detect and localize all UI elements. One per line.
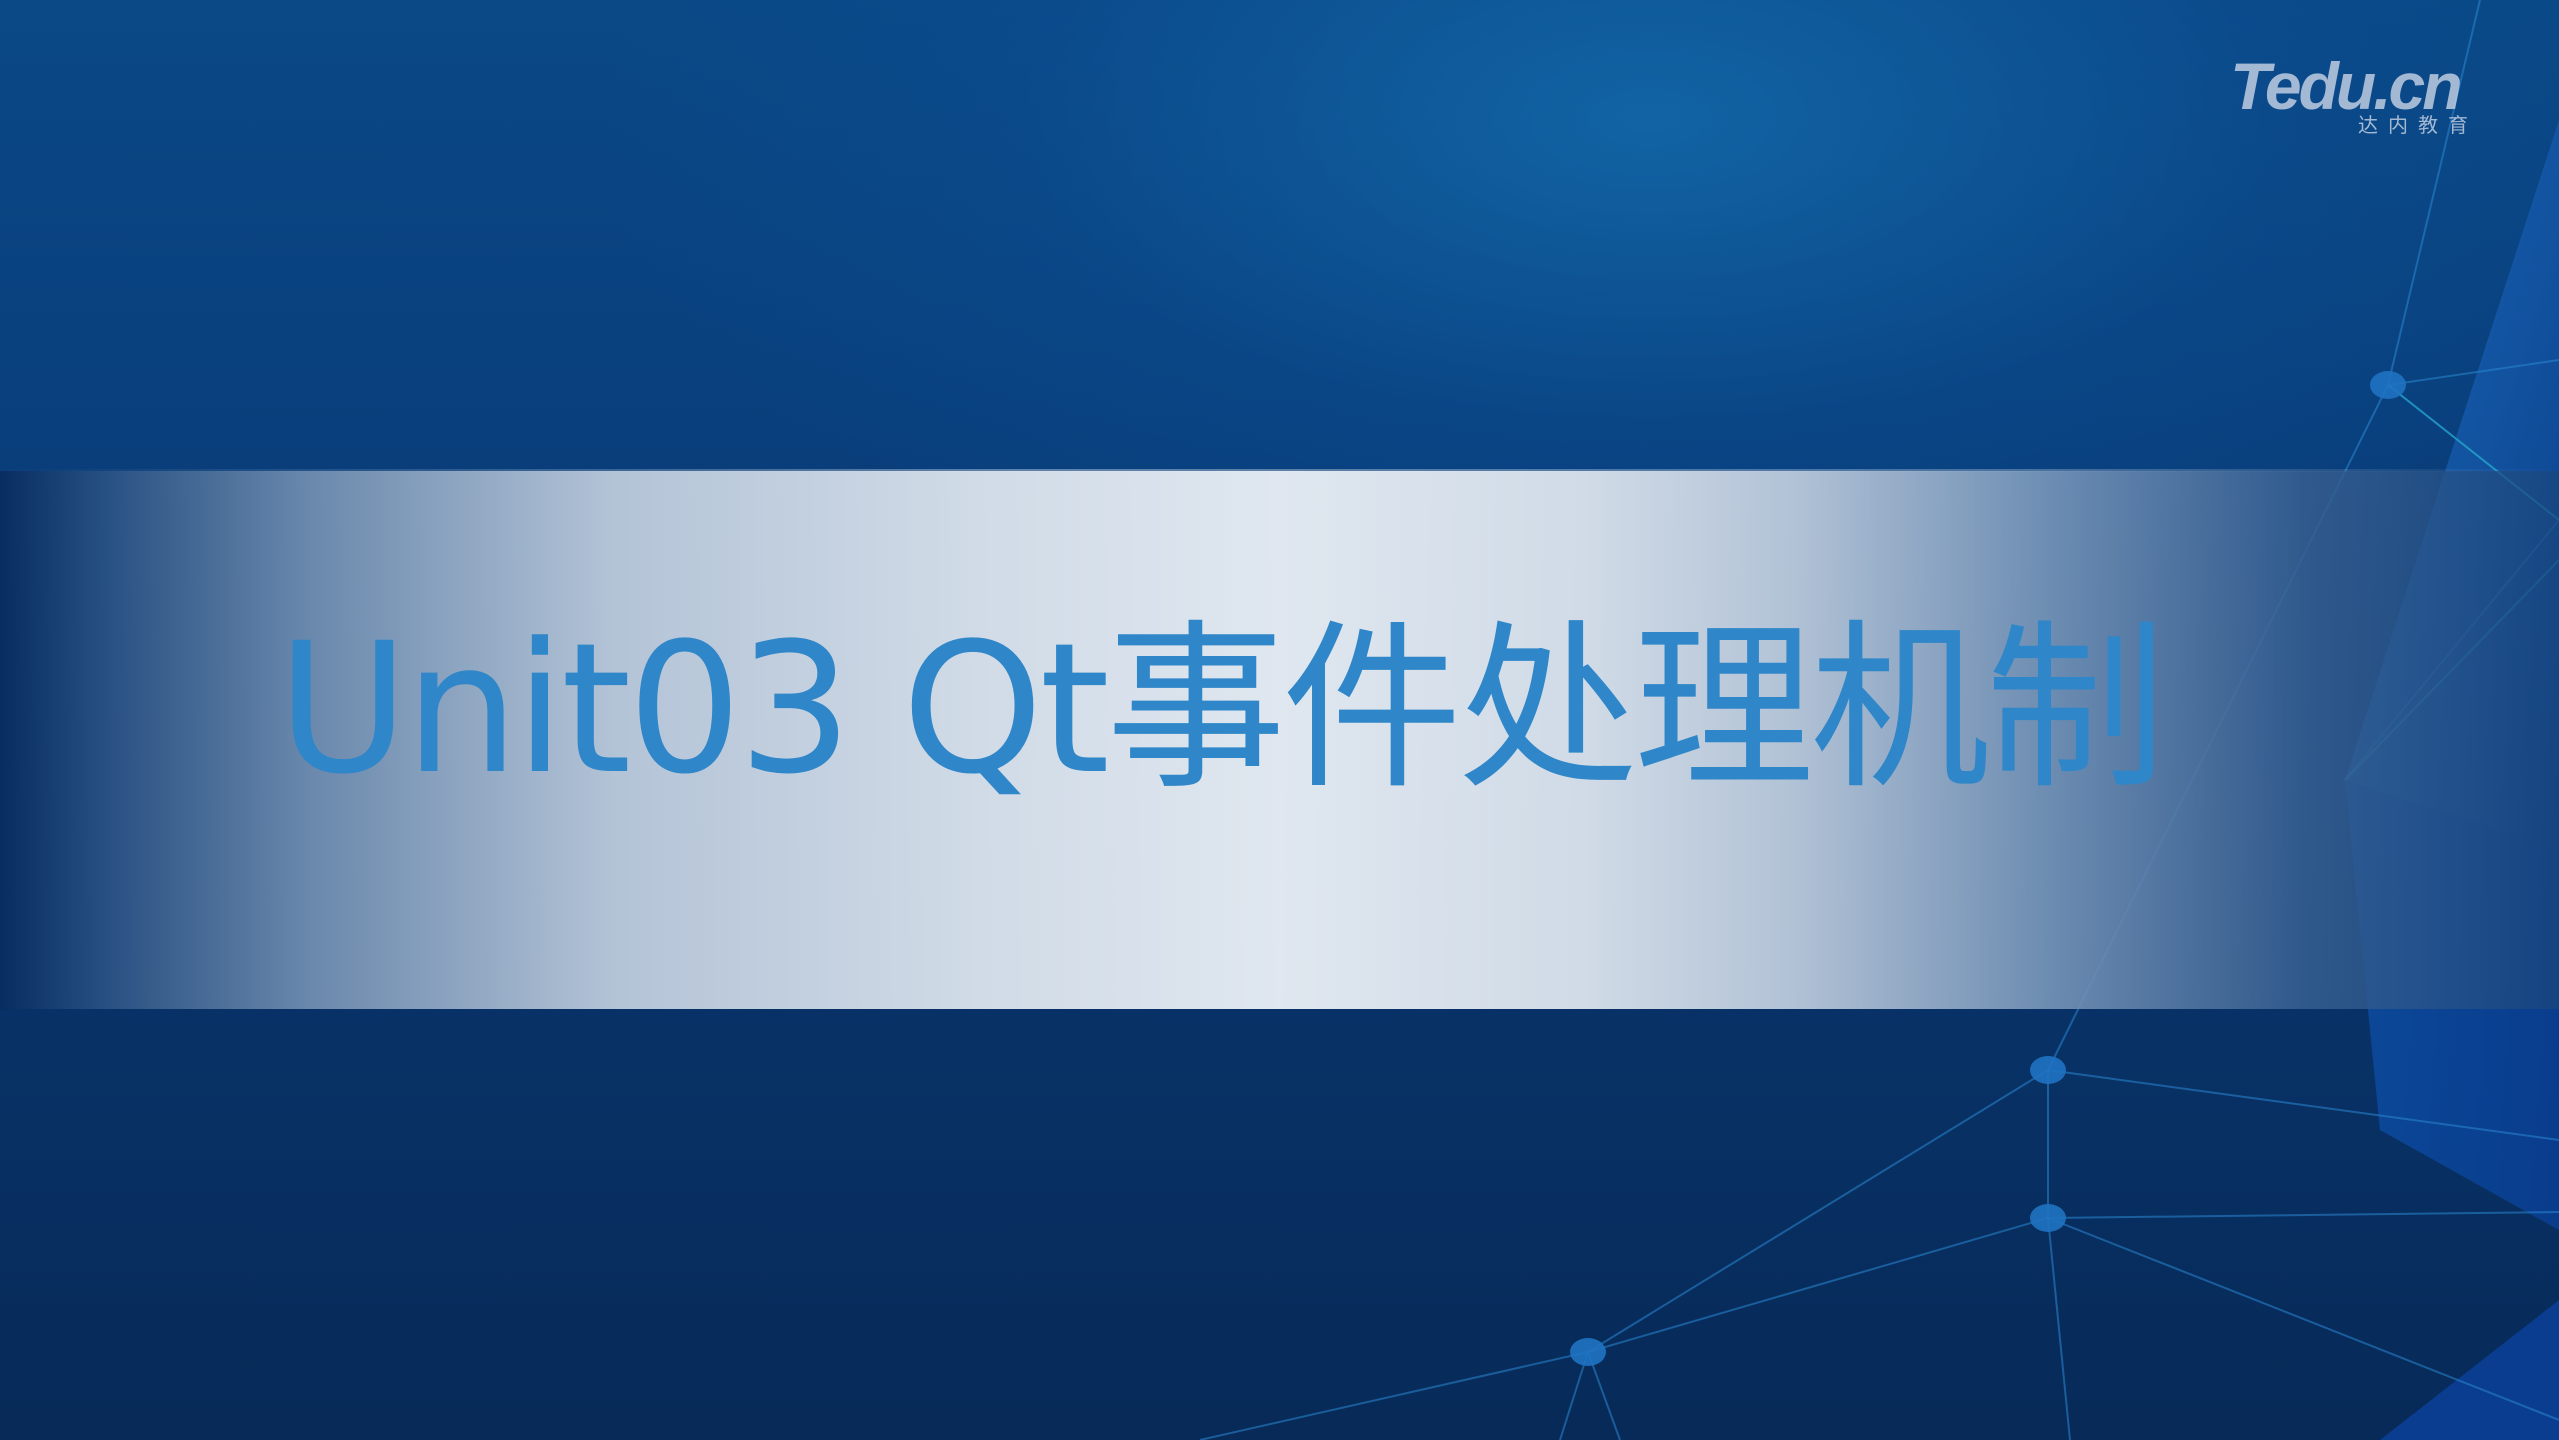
slide: Unit03 Qt事件处理机制 Tedu.cn 达内教育: [0, 0, 2559, 1440]
tedu-logo: Tedu.cn 达内教育: [2230, 48, 2490, 148]
network-node: [2370, 371, 2406, 399]
network-node: [1570, 1338, 1606, 1366]
slide-title-text: Unit03 Qt事件处理机制: [277, 605, 2166, 814]
network-node: [2030, 1204, 2066, 1232]
shard-lower: [2380, 1300, 2559, 1440]
network-node: [2030, 1056, 2066, 1084]
logo-subtitle: 达内教育: [2358, 113, 2478, 137]
slide-title: Unit03 Qt事件处理机制: [0, 600, 2559, 820]
